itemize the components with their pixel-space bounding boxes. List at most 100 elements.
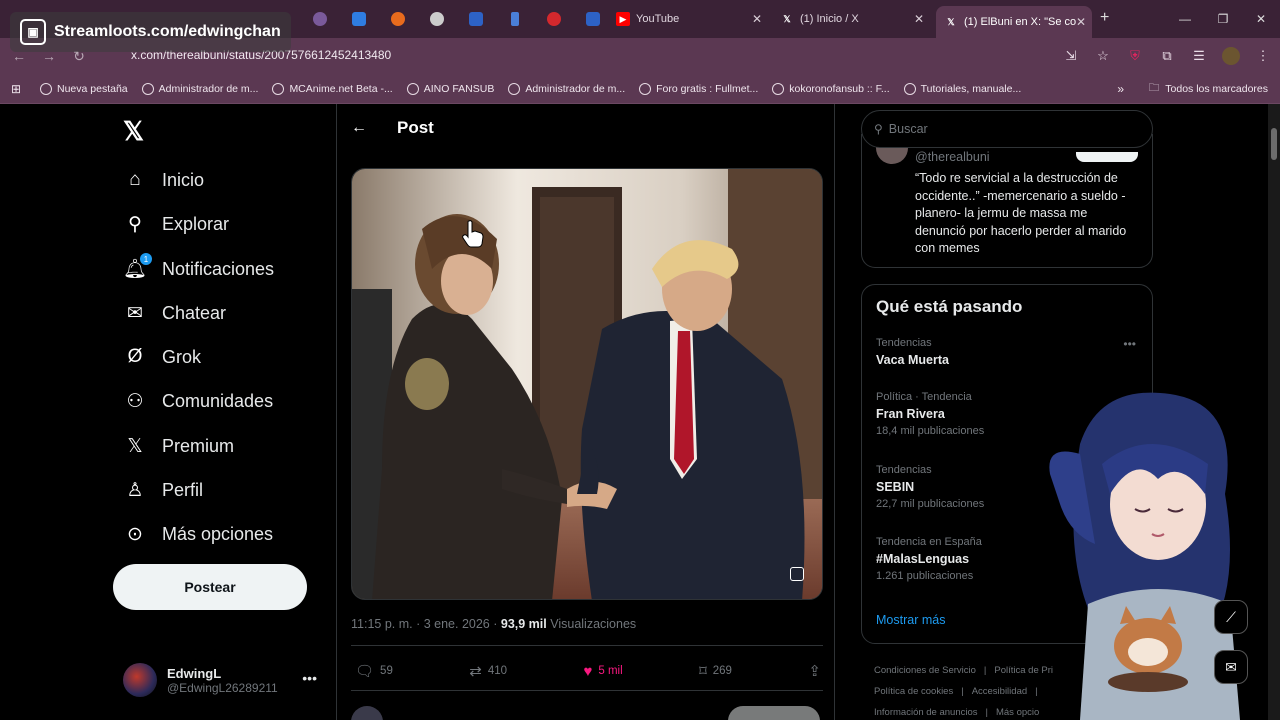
like-count: 5 mil — [598, 665, 623, 677]
post-image[interactable] — [351, 168, 823, 600]
globe-icon — [406, 82, 419, 95]
bookmark-label: AINO FANSUB — [423, 82, 495, 95]
repost-button[interactable]: ⇄ 410 — [469, 661, 507, 681]
quoted-post-card[interactable]: @therealbuni “Todo re servicial a la des… — [861, 134, 1153, 268]
footer-link[interactable]: Información de anuncios — [874, 707, 978, 718]
maximize-icon[interactable]: ❐ — [1204, 0, 1242, 38]
image-options-icon[interactable] — [790, 567, 804, 581]
search-placeholder: Buscar — [888, 122, 928, 136]
pinned-tab[interactable] — [573, 0, 612, 38]
all-bookmarks[interactable]: 🗀 Todos los marcadores — [1149, 74, 1268, 104]
footer-separator: | — [983, 665, 987, 676]
grok-float-icon[interactable]: ⟋ — [1214, 600, 1248, 634]
footer-link[interactable]: Política de cookies — [874, 686, 953, 697]
close-icon[interactable]: ✕ — [1076, 15, 1086, 29]
account-switcher[interactable]: EdwingL @EdwingL26289211 ••• — [123, 660, 323, 700]
window-controls: — ❐ ✕ — [1166, 0, 1280, 38]
chevron-right-icon[interactable]: » — [1117, 82, 1124, 96]
nav-label: Chatear — [162, 302, 227, 323]
bookmark-item[interactable]: MCAnime.net Beta -... — [272, 82, 393, 95]
pinned-tab[interactable] — [417, 0, 456, 38]
globe-icon — [272, 82, 285, 95]
divider — [351, 645, 823, 646]
bookmarks-bar: ⊞ Nueva pestaña Administrador de m... MC… — [0, 74, 1280, 104]
avatar-icon[interactable] — [1222, 47, 1240, 65]
star-icon[interactable]: ☆ — [1094, 47, 1112, 65]
pinned-tab[interactable] — [300, 0, 339, 38]
grok-icon: Ø — [127, 346, 143, 367]
bookmark-label: Nueva pestaña — [57, 82, 128, 95]
post-timestamp[interactable]: 11:15 p. m. · 3 ene. 2026 · — [351, 617, 501, 631]
footer-link[interactable]: Más opcio — [996, 707, 1039, 718]
views-count: 93,9 mil — [500, 617, 547, 631]
install-icon[interactable]: ⇲ — [1062, 47, 1080, 65]
footer-link[interactable]: Accesibilidad — [972, 686, 1027, 697]
nav-mas-opciones[interactable]: ⊙ Más opciones — [123, 514, 273, 554]
nav-comunidades[interactable]: ⚇ Comunidades — [123, 381, 273, 421]
bookmark-item[interactable]: Nueva pestaña — [40, 82, 128, 95]
all-bookmarks-label: Todos los marcadores — [1165, 83, 1268, 95]
tab-post-active[interactable]: 𝕏 (1) ElBuni en X: "Se con ✕ — [936, 6, 1092, 38]
x-logo-icon[interactable]: 𝕏 — [123, 116, 144, 147]
nav-notificaciones[interactable]: 🔔︎ 1 Notificaciones — [123, 249, 274, 289]
nav-label: Grok — [162, 346, 202, 367]
share-icon: ⇪ — [808, 663, 821, 680]
bookmark-item[interactable]: Administrador de m... — [141, 82, 259, 95]
nav-label: Perfil — [162, 479, 204, 500]
more-dots-icon[interactable]: ••• — [1123, 337, 1136, 351]
nav-chatear[interactable]: ✉ Chatear — [123, 293, 226, 333]
close-icon[interactable]: ✕ — [752, 12, 762, 26]
scrollbar-thumb[interactable] — [1271, 128, 1277, 160]
bookmark-button[interactable]: ⌑ 269 — [699, 661, 732, 681]
tab-title: (1) Inicio / X — [800, 13, 859, 25]
back-arrow-icon[interactable]: ← — [351, 119, 397, 137]
tab-inicio[interactable]: 𝕏 (1) Inicio / X ✕ — [772, 6, 930, 32]
pinned-tab[interactable] — [495, 0, 534, 38]
more-dots-icon[interactable]: ••• — [302, 670, 317, 686]
trend-item[interactable]: Tendencias Vaca Muerta ••• — [876, 337, 1136, 367]
footer-separator: | — [1035, 686, 1038, 697]
bookmark-item[interactable]: kokoronofansub :: F... — [772, 82, 890, 95]
post-button[interactable]: Postear — [113, 564, 307, 610]
pinned-tab[interactable] — [339, 0, 378, 38]
bookmark-item[interactable]: Administrador de m... — [508, 82, 625, 95]
reply-submit-button[interactable] — [728, 706, 820, 720]
share-button[interactable]: ⇪ — [808, 661, 821, 681]
globe-icon — [772, 82, 785, 95]
follow-button[interactable] — [1076, 152, 1138, 162]
bookmark-item[interactable]: AINO FANSUB — [406, 82, 495, 95]
close-icon[interactable]: ✕ — [914, 12, 924, 26]
close-window-icon[interactable]: ✕ — [1242, 0, 1280, 38]
shield-extension-icon[interactable]: ⛨ — [1126, 47, 1144, 65]
nav-explorar[interactable]: ⚲ Explorar — [123, 204, 229, 244]
messages-float-icon[interactable]: ✉ — [1214, 650, 1248, 684]
minimize-icon[interactable]: — — [1166, 0, 1204, 38]
show-more-link[interactable]: Mostrar más — [876, 613, 945, 627]
search-input[interactable]: ⚲ Buscar — [861, 110, 1153, 148]
tab-title: (1) ElBuni en X: "Se con — [964, 16, 1076, 28]
globe-icon — [508, 82, 521, 95]
media-icon[interactable]: ☰ — [1190, 47, 1208, 65]
reply-button[interactable]: 🗨︎ 59 — [355, 661, 393, 681]
bookmark-item[interactable]: Tutoriales, manuale... — [903, 82, 1021, 95]
menu-icon[interactable]: ⋮ — [1254, 47, 1272, 65]
like-button[interactable]: ♥ 5 mil — [583, 661, 622, 681]
bookmark-item[interactable]: Foro gratis : Fullmet... — [639, 82, 758, 95]
bookmark-label: Administrador de m... — [158, 82, 259, 95]
new-tab-icon[interactable]: + — [1100, 9, 1109, 27]
extensions-icon[interactable]: ⧉ — [1158, 47, 1176, 65]
pinned-tab[interactable] — [534, 0, 573, 38]
search-icon: ⚲ — [128, 213, 142, 235]
pinned-tab[interactable] — [456, 0, 495, 38]
tab-title: YouTube — [636, 13, 680, 25]
nav-perfil[interactable]: ♙ Perfil — [123, 470, 203, 510]
nav-grok[interactable]: Ø Grok — [123, 337, 201, 377]
nav-premium[interactable]: 𝕏 Premium — [123, 426, 234, 466]
trend-name: Vaca Muerta — [876, 353, 949, 367]
globe-icon — [903, 82, 916, 95]
footer-link[interactable]: Condiciones de Servicio — [874, 665, 976, 676]
pinned-tab[interactable] — [378, 0, 417, 38]
apps-icon[interactable]: ⊞ — [0, 82, 32, 96]
tab-youtube[interactable]: ▶ YouTube ✕ — [608, 6, 768, 32]
nav-inicio[interactable]: ⌂ Inicio — [123, 160, 204, 200]
